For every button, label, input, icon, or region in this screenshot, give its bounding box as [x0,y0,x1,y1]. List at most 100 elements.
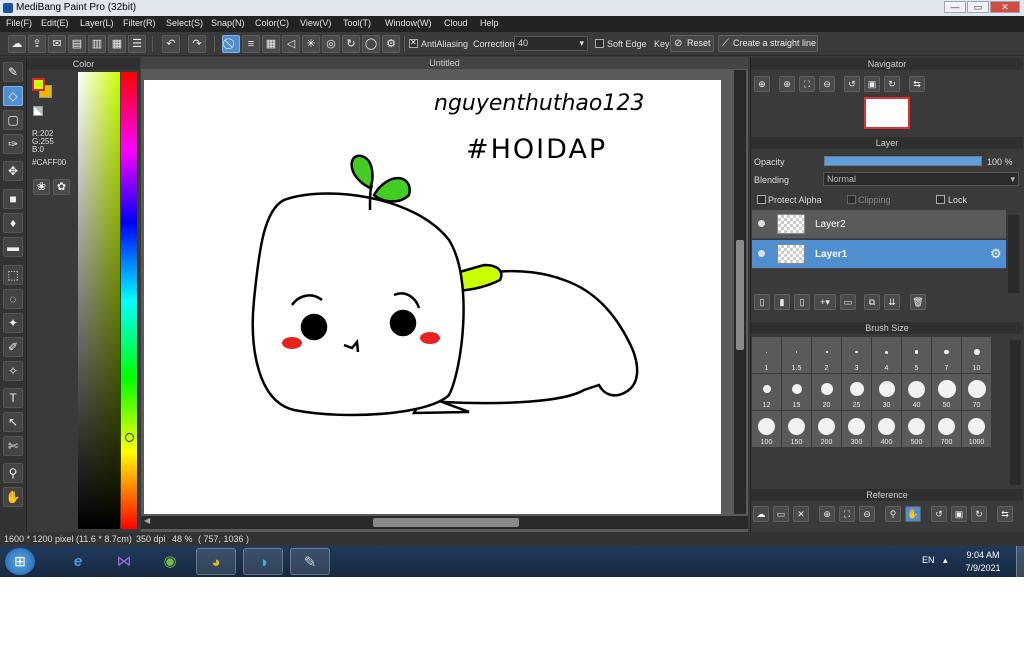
coccoc-browser-icon[interactable]: ◉ [150,548,190,575]
reference-eyedropper-icon[interactable]: ⚲ [885,506,901,522]
layer-settings-gear-icon[interactable]: ⚙ [990,246,1002,262]
horizontal-scroll-thumb[interactable] [373,518,519,527]
palette-icon[interactable]: ❀ [33,179,50,195]
brush-size-option[interactable]: 4 [872,337,901,373]
navigator-thumbnail[interactable] [864,97,910,129]
reference-rotate-left-icon[interactable]: ↺ [931,506,947,522]
menu-layer[interactable]: Layer(L) [80,18,114,28]
brush-size-option[interactable]: 1.5 [782,337,811,373]
brush-size-option[interactable]: 12 [752,374,781,410]
opacity-slider[interactable] [824,156,982,166]
divide-icon[interactable]: ✄ [3,436,23,456]
layer-list-scrollbar[interactable] [1008,215,1019,293]
brush-size-option[interactable]: 300 [842,411,871,447]
layer-row-layer1[interactable]: Layer1 ⚙ [752,240,1006,269]
undo-icon[interactable]: ↶ [162,35,180,53]
brush-size-scrollbar[interactable] [1010,340,1021,485]
create-straight-line-button[interactable]: ⟋ Create a straight line [718,35,818,52]
select-eraser-icon[interactable]: ✧ [3,361,23,381]
redo-icon[interactable]: ↷ [188,35,206,53]
radial-snap-icon[interactable]: ✳ [302,35,320,53]
lasso-icon[interactable]: ◌ [3,289,23,309]
rotate-right-icon[interactable]: ↻ [884,76,900,92]
menu-edit[interactable]: Edit(E) [41,18,69,28]
comment-icon[interactable]: ✉ [48,35,66,53]
color-settings-icon[interactable]: ✿ [53,179,70,195]
curve-snap-icon[interactable]: ↻ [342,35,360,53]
folder-icon[interactable]: ▭ [840,294,856,310]
brush-size-option[interactable]: 30 [872,374,901,410]
brush-size-option[interactable]: 7 [932,337,961,373]
concentric-snap-icon[interactable]: ◎ [322,35,340,53]
drawing-canvas[interactable]: nguyenthuthao123 #HOIDAP [144,80,721,514]
zoom-out-icon[interactable]: ⊖ [819,76,835,92]
circle-snap-icon[interactable]: ◯ [362,35,380,53]
eyedropper-icon[interactable]: ⚲ [3,463,23,483]
menu-color[interactable]: Color(C) [255,18,289,28]
brush-size-option[interactable]: 50 [932,374,961,410]
chrome-active-icon[interactable]: ◑ [243,548,283,575]
new-halftone-layer-icon[interactable]: ▮ [774,294,790,310]
foreground-color-swatch[interactable] [32,78,45,91]
select-pen-icon[interactable]: ✐ [3,337,23,357]
zoom-in-alt-icon[interactable]: ⊕ [779,76,795,92]
brush-size-option[interactable]: 40 [902,374,931,410]
menu-filter[interactable]: Filter(R) [123,18,156,28]
reference-flip-icon[interactable]: ⇆ [997,506,1013,522]
fit-window-icon[interactable]: ▣ [864,76,880,92]
canvas-horizontal-scrollbar[interactable]: ◀ [141,516,748,529]
perspective-snap-icon[interactable]: ◁ [282,35,300,53]
soft-edge-checkbox[interactable] [595,39,604,48]
list-icon[interactable]: ☰ [128,35,146,53]
open-folder-icon[interactable]: ▭ [773,506,789,522]
cloud-icon[interactable]: ☁ [8,35,26,53]
document-icon[interactable]: ▥ [88,35,106,53]
snap-off-icon[interactable]: ⃠ [222,35,240,53]
scroll-left-icon[interactable]: ◀ [144,516,150,525]
upload-icon[interactable]: ⇪ [28,35,46,53]
merge-down-icon[interactable]: ⇊ [884,294,900,310]
flip-icon[interactable]: ⇆ [909,76,925,92]
brush-size-option[interactable]: 200 [812,411,841,447]
new-8bit-layer-icon[interactable]: ▯ [794,294,810,310]
bucket-icon[interactable]: ♦ [3,213,23,233]
brush-size-option[interactable]: 700 [932,411,961,447]
blur-icon[interactable]: ✑ [3,134,23,154]
trash-icon[interactable]: 🗑 [910,294,926,310]
protect-alpha-checkbox[interactable] [757,195,766,204]
brush-size-option[interactable]: 10 [962,337,991,373]
transparent-color-swatch[interactable] [33,106,43,116]
menu-view[interactable]: View(V) [300,18,331,28]
layer-row-layer2[interactable]: Layer2 [752,210,1006,239]
zoom-in-icon[interactable]: ⊕ [754,76,770,92]
medibang-taskbar-icon[interactable]: ✎ [290,548,330,575]
brush-size-option[interactable]: 2 [812,337,841,373]
hue-slider[interactable] [121,72,137,529]
internet-explorer-icon[interactable]: e [58,548,98,575]
menu-window[interactable]: Window(W) [385,18,432,28]
move-icon[interactable]: ✥ [3,161,23,181]
menu-snap[interactable]: Snap(N) [211,18,245,28]
grid-snap-icon[interactable]: ▦ [262,35,280,53]
dot-icon[interactable]: ▢ [3,110,23,130]
pen-icon[interactable]: ✎ [3,62,23,82]
message-icon[interactable]: ▤ [68,35,86,53]
tray-arrow-icon[interactable]: ▴ [943,555,948,566]
canvas-vertical-scrollbar[interactable] [734,70,746,514]
brush-size-option[interactable]: 15 [782,374,811,410]
clipping-checkbox[interactable] [847,195,856,204]
fit-icon[interactable]: ⛶ [799,76,815,92]
operation-icon[interactable]: ↖ [3,412,23,432]
reference-rotate-right-icon[interactable]: ↻ [971,506,987,522]
correction-select[interactable]: 40 ▾ [514,36,588,51]
vertical-scroll-thumb[interactable] [736,240,744,350]
brush-size-option[interactable]: 25 [842,374,871,410]
brush-size-option[interactable]: 500 [902,411,931,447]
minimize-button[interactable]: — [944,1,966,13]
menu-file[interactable]: File(F) [6,18,32,28]
select-rect-icon[interactable]: ⬚ [3,265,23,285]
hand-icon[interactable]: ✋ [3,487,23,507]
brush-size-option[interactable]: 3 [842,337,871,373]
fill-rect-icon[interactable]: ■ [3,189,23,209]
magic-wand-icon[interactable]: ✦ [3,313,23,333]
